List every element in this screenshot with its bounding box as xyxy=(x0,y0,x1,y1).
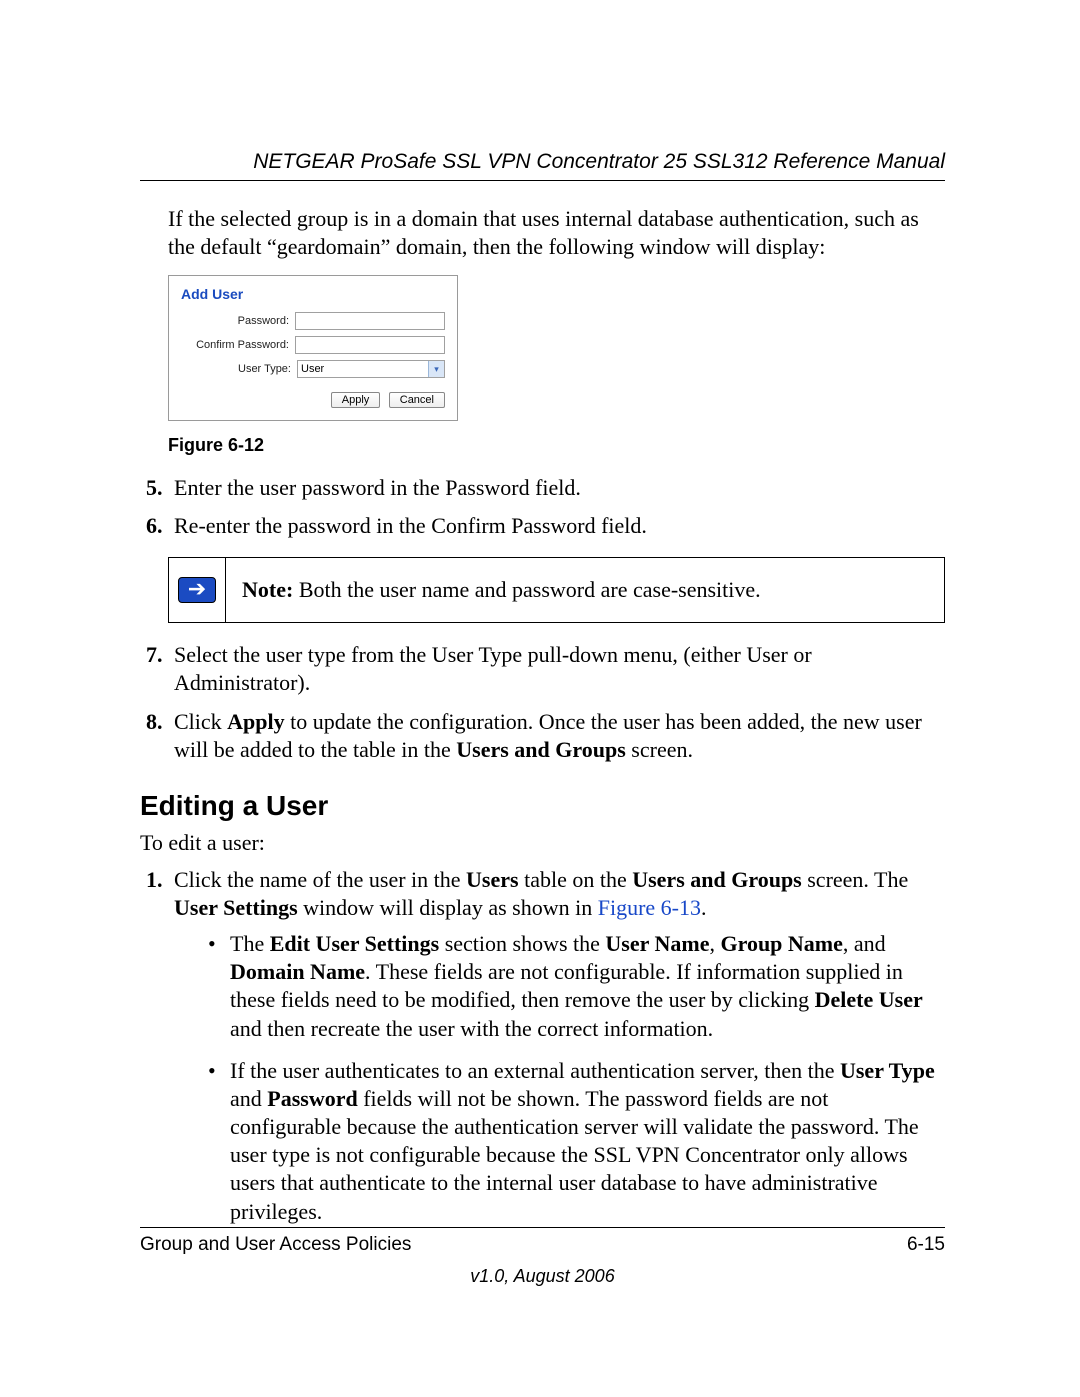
step-8-text-c: screen. xyxy=(626,737,693,762)
figure-caption: Figure 6-12 xyxy=(168,435,945,456)
footer-version: v1.0, August 2006 xyxy=(140,1266,945,1287)
b2-a: If the user authenticates to an external… xyxy=(230,1058,840,1083)
edit1-b: table on the xyxy=(519,867,633,892)
section-heading-editing-user: Editing a User xyxy=(140,790,945,822)
step-6: Re-enter the password in the Confirm Pas… xyxy=(168,512,945,540)
section-lead: To edit a user: xyxy=(140,830,945,856)
edit1-bold-users-groups: Users and Groups xyxy=(632,867,802,892)
edit-sub-2: If the user authenticates to an external… xyxy=(204,1057,945,1226)
input-password[interactable] xyxy=(295,312,445,330)
b1-bold-user-name: User Name xyxy=(605,931,709,956)
edit1-c: screen. The xyxy=(802,867,909,892)
edit-sub-list: The Edit User Settings section shows the… xyxy=(174,930,945,1226)
edit1-d: window will display as shown in xyxy=(298,895,598,920)
arrow-right-icon: ➔ xyxy=(178,577,216,603)
header-title: NETGEAR ProSafe SSL VPN Concentrator 25 … xyxy=(140,150,945,174)
select-user-type-value: User xyxy=(297,360,445,378)
b1-b: section shows the xyxy=(439,931,605,956)
label-confirm-password: Confirm Password: xyxy=(181,339,295,351)
cancel-button[interactable]: Cancel xyxy=(389,392,445,408)
label-password: Password: xyxy=(181,315,295,327)
link-figure-6-13[interactable]: Figure 6-13 xyxy=(598,895,701,920)
footer-page-number: 6-15 xyxy=(907,1234,945,1256)
note-prefix: Note: xyxy=(242,577,299,602)
b2-bold-user-type: User Type xyxy=(840,1058,935,1083)
step-8: Click Apply to update the configuration.… xyxy=(168,708,945,764)
edit-steps-list: Click the name of the user in the Users … xyxy=(140,866,945,1226)
edit1-a: Click the name of the user in the xyxy=(174,867,466,892)
note-body: Both the user name and password are case… xyxy=(299,577,761,602)
label-user-type: User Type: xyxy=(181,363,297,375)
b1-c: , xyxy=(709,931,720,956)
row-confirm-password: Confirm Password: xyxy=(181,336,445,354)
note-box: ➔ Note: Both the user name and password … xyxy=(168,557,945,624)
intro-paragraph: If the selected group is in a domain tha… xyxy=(140,205,945,261)
page-footer: Group and User Access Policies 6-15 v1.0… xyxy=(140,1227,945,1287)
edit1-bold-users: Users xyxy=(466,867,519,892)
row-user-type: User Type: User ▾ xyxy=(181,360,445,378)
apply-button[interactable]: Apply xyxy=(331,392,381,408)
b1-a: The xyxy=(230,931,270,956)
step-8-bold-apply: Apply xyxy=(227,709,284,734)
button-row: Apply Cancel xyxy=(181,390,445,408)
step-8-text-a: Click xyxy=(174,709,227,734)
note-icon-cell: ➔ xyxy=(169,558,226,623)
panel-title: Add User xyxy=(181,286,445,302)
step-5: Enter the user password in the Password … xyxy=(168,474,945,502)
chevron-down-icon: ▾ xyxy=(428,361,444,377)
note-text: Note: Both the user name and password ar… xyxy=(226,558,777,623)
b2-bold-password: Password xyxy=(267,1086,357,1111)
b1-bold-delete-user: Delete User xyxy=(815,987,923,1012)
steps-list-5-6: Enter the user password in the Password … xyxy=(140,474,945,540)
step-8-bold-users-groups: Users and Groups xyxy=(456,737,626,762)
edit-sub-1: The Edit User Settings section shows the… xyxy=(204,930,945,1043)
input-confirm-password[interactable] xyxy=(295,336,445,354)
footer-left: Group and User Access Policies xyxy=(140,1234,411,1256)
edit1-bold-user-settings: User Settings xyxy=(174,895,298,920)
b1-f: and then recreate the user with the corr… xyxy=(230,1016,713,1041)
header-rule xyxy=(140,180,945,181)
b1-bold-domain-name: Domain Name xyxy=(230,959,365,984)
b2-b: and xyxy=(230,1086,267,1111)
add-user-panel: Add User Password: Confirm Password: Use… xyxy=(168,275,458,421)
select-user-type[interactable]: User ▾ xyxy=(297,360,445,378)
figure-6-12: Add User Password: Confirm Password: Use… xyxy=(140,275,945,456)
steps-list-7-8: Select the user type from the User Type … xyxy=(140,641,945,764)
row-password: Password: xyxy=(181,312,445,330)
b1-d: , and xyxy=(843,931,886,956)
footer-rule xyxy=(140,1227,945,1228)
b1-bold-edit-user-settings: Edit User Settings xyxy=(270,931,440,956)
b1-bold-group-name: Group Name xyxy=(720,931,842,956)
edit-step-1: Click the name of the user in the Users … xyxy=(168,866,945,1226)
step-7: Select the user type from the User Type … xyxy=(168,641,945,697)
page: NETGEAR ProSafe SSL VPN Concentrator 25 … xyxy=(0,0,1080,1397)
edit1-e: . xyxy=(701,895,707,920)
